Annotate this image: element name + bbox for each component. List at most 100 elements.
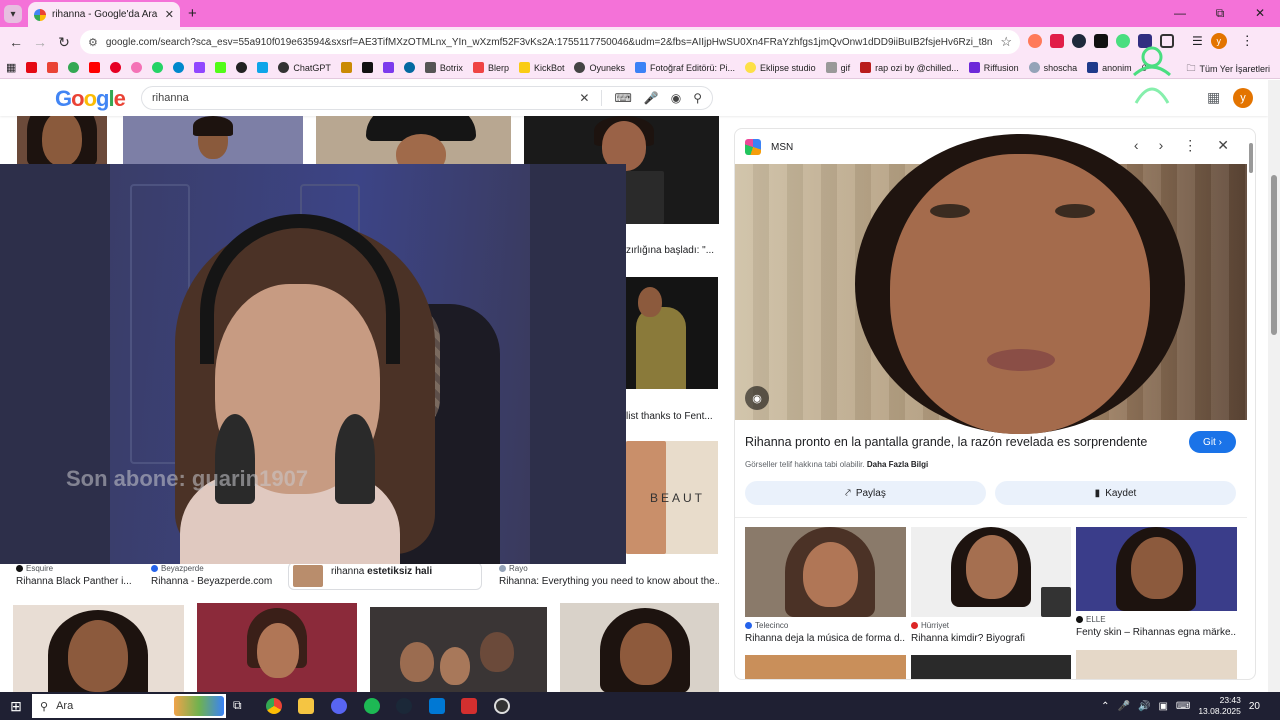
google-account-avatar[interactable]: y — [1233, 88, 1253, 108]
keyboard-icon[interactable]: ⌨ — [1176, 701, 1190, 712]
result-image[interactable]: BEAUT — [626, 441, 718, 554]
result-title[interactable]: Rihanna: Everything you need to know abo… — [499, 576, 719, 587]
site-info-icon[interactable]: ⚙ — [88, 36, 98, 49]
reload-icon[interactable]: ↻ — [52, 34, 76, 51]
result-snippet[interactable]: list thanks to Fent... — [626, 411, 720, 422]
minimize-icon[interactable]: — — [1160, 0, 1200, 27]
result-image[interactable] — [123, 116, 303, 164]
google-apps-icon[interactable]: ▦ — [1207, 89, 1220, 106]
preview-title[interactable]: Rihanna pronto en la pantalla grande, la… — [745, 435, 1147, 449]
clear-icon[interactable]: ✕ — [579, 91, 589, 105]
bookmark-star-icon[interactable]: ☆ — [1000, 34, 1012, 50]
search-input[interactable]: rihanna — [152, 92, 567, 104]
page-scrollbar[interactable] — [1268, 80, 1280, 692]
result-image[interactable] — [197, 603, 357, 692]
result-image[interactable] — [370, 607, 547, 692]
tray-overflow-icon[interactable]: ⌃ — [1101, 701, 1109, 712]
google-logo[interactable]: Google — [55, 86, 126, 112]
outlook-icon[interactable] — [429, 698, 445, 714]
extension-3-icon[interactable] — [1072, 34, 1086, 48]
bookmark-anonim[interactable]: anonim — [1087, 62, 1132, 73]
result-image[interactable] — [316, 116, 511, 164]
search-icon[interactable]: ⚲ — [693, 91, 702, 105]
result-title[interactable]: Rihanna - Beyazperde.com — [151, 576, 276, 587]
profile-avatar[interactable]: y — [1210, 33, 1227, 49]
save-button[interactable]: ▮ Kaydet — [995, 481, 1236, 505]
panel-scrollbar[interactable] — [1247, 139, 1255, 679]
result-image[interactable] — [560, 603, 719, 692]
bookmark-rap-ozi[interactable]: rap ozi by @chilled... — [860, 62, 959, 73]
bookmark-riffusion[interactable]: Riffusion — [968, 62, 1019, 73]
next-icon[interactable]: › — [1159, 137, 1164, 154]
related-title[interactable]: Rihanna deja la música de forma d... — [745, 633, 906, 644]
window-close-icon[interactable]: ✕ — [1240, 0, 1280, 27]
bookmark-blerp[interactable]: Blerp — [472, 62, 509, 73]
steam-icon[interactable] — [396, 698, 412, 714]
share-button[interactable]: ⤤ Paylaş — [745, 481, 986, 505]
twitch-bookmark-icon[interactable] — [194, 62, 206, 73]
bookmark-botrix[interactable]: Botrix — [424, 62, 463, 73]
chrome-taskbar-icon[interactable] — [266, 698, 282, 714]
windows-start-icon[interactable]: ⊞ — [0, 698, 32, 715]
close-icon[interactable]: ✕ — [1217, 137, 1229, 154]
microphone-icon[interactable]: 🎤 — [1118, 701, 1130, 712]
github-bookmark-icon[interactable] — [236, 62, 248, 73]
all-bookmarks-folder[interactable]: 🗀 Tüm Yer İşaretleri — [1186, 61, 1270, 77]
extension-1-icon[interactable] — [1028, 34, 1042, 48]
network-icon[interactable]: ▣ — [1158, 701, 1167, 712]
related-title[interactable]: Fenty skin – Rihannas egna märke... — [1076, 627, 1237, 638]
bookmark-icon[interactable] — [361, 62, 373, 73]
voicemeeter-icon[interactable] — [461, 698, 477, 714]
related-image[interactable] — [1076, 527, 1237, 611]
related-image[interactable] — [1076, 650, 1237, 679]
microphone-icon[interactable]: 🎤 — [644, 91, 659, 105]
bookmark-shoscha[interactable]: shoscha — [1028, 62, 1077, 73]
result-image[interactable] — [13, 605, 184, 692]
clock[interactable]: 23:43 13.08.2025 — [1198, 695, 1241, 717]
more-options-icon[interactable]: ⋮ — [1183, 137, 1197, 154]
forward-icon[interactable]: → — [28, 34, 52, 50]
spotify-icon[interactable] — [364, 698, 380, 714]
menu-kebab-icon[interactable]: ⋮ — [1241, 33, 1254, 49]
bookmark-photo-editor[interactable]: Fotoğraf Editörü: Pi... — [635, 62, 735, 73]
address-bar[interactable]: ⚙ google.com/search?sca_esv=55a910f019e6… — [80, 30, 1020, 54]
visit-button[interactable]: Git › — [1189, 431, 1236, 453]
previous-icon[interactable]: ‹ — [1134, 137, 1139, 154]
scrollbar-thumb[interactable] — [1271, 175, 1277, 335]
search-box[interactable]: rihanna ✕ ⌨ 🎤 ◉ ⚲ — [141, 86, 713, 110]
bookmark-kickbot[interactable]: KickBot — [518, 62, 564, 73]
related-title[interactable]: Rihanna kimdir? Biyografi — [911, 633, 1071, 644]
related-image[interactable] — [745, 527, 906, 617]
apps-grid-icon[interactable]: ▦ — [6, 61, 16, 74]
lens-icon[interactable]: ◉ — [671, 91, 681, 105]
task-view-icon[interactable]: ⧉ — [233, 698, 249, 714]
related-search-chip[interactable]: rihanna estetiksiz hali — [288, 562, 482, 590]
result-title[interactable]: Rihanna Black Panther i... — [16, 576, 131, 587]
gmail-bookmark-icon[interactable] — [47, 62, 59, 73]
kick-bookmark-icon[interactable] — [215, 62, 227, 73]
restore-icon[interactable]: ⧉ — [1200, 0, 1240, 27]
tab-search-button[interactable]: ▾ — [4, 5, 22, 23]
youtube-bookmark-icon[interactable] — [89, 62, 101, 73]
preview-image[interactable]: ◉ — [735, 134, 1247, 434]
close-icon[interactable]: ✕ — [165, 8, 174, 21]
tab-active[interactable]: rihanna - Google'da Ara ✕ — [28, 2, 180, 27]
bookmark-icon[interactable] — [131, 62, 143, 73]
bookmark-eklipse[interactable]: Eklipse studio — [745, 62, 816, 73]
new-tab-button[interactable]: + — [188, 5, 197, 22]
bookmark-gif[interactable]: gif — [825, 62, 850, 73]
extension-4-icon[interactable] — [1094, 34, 1108, 48]
netflix-bookmark-icon[interactable] — [26, 62, 38, 73]
discord-icon[interactable] — [331, 698, 347, 714]
obs-icon[interactable] — [494, 698, 510, 714]
result-image[interactable] — [626, 277, 718, 389]
taskbar-search[interactable]: ⚲ Ara — [32, 694, 226, 718]
bookmark-oyuneks[interactable]: Oyuneks — [574, 62, 625, 73]
bookmark-icon[interactable] — [340, 62, 352, 73]
whatsapp-bookmark-icon[interactable] — [152, 62, 164, 73]
result-image[interactable] — [17, 116, 107, 164]
extension-5-icon[interactable] — [1116, 34, 1130, 48]
panel-source[interactable]: MSN — [771, 142, 793, 153]
extension-2-icon[interactable] — [1050, 34, 1064, 48]
bookmark-icon[interactable] — [68, 62, 80, 73]
